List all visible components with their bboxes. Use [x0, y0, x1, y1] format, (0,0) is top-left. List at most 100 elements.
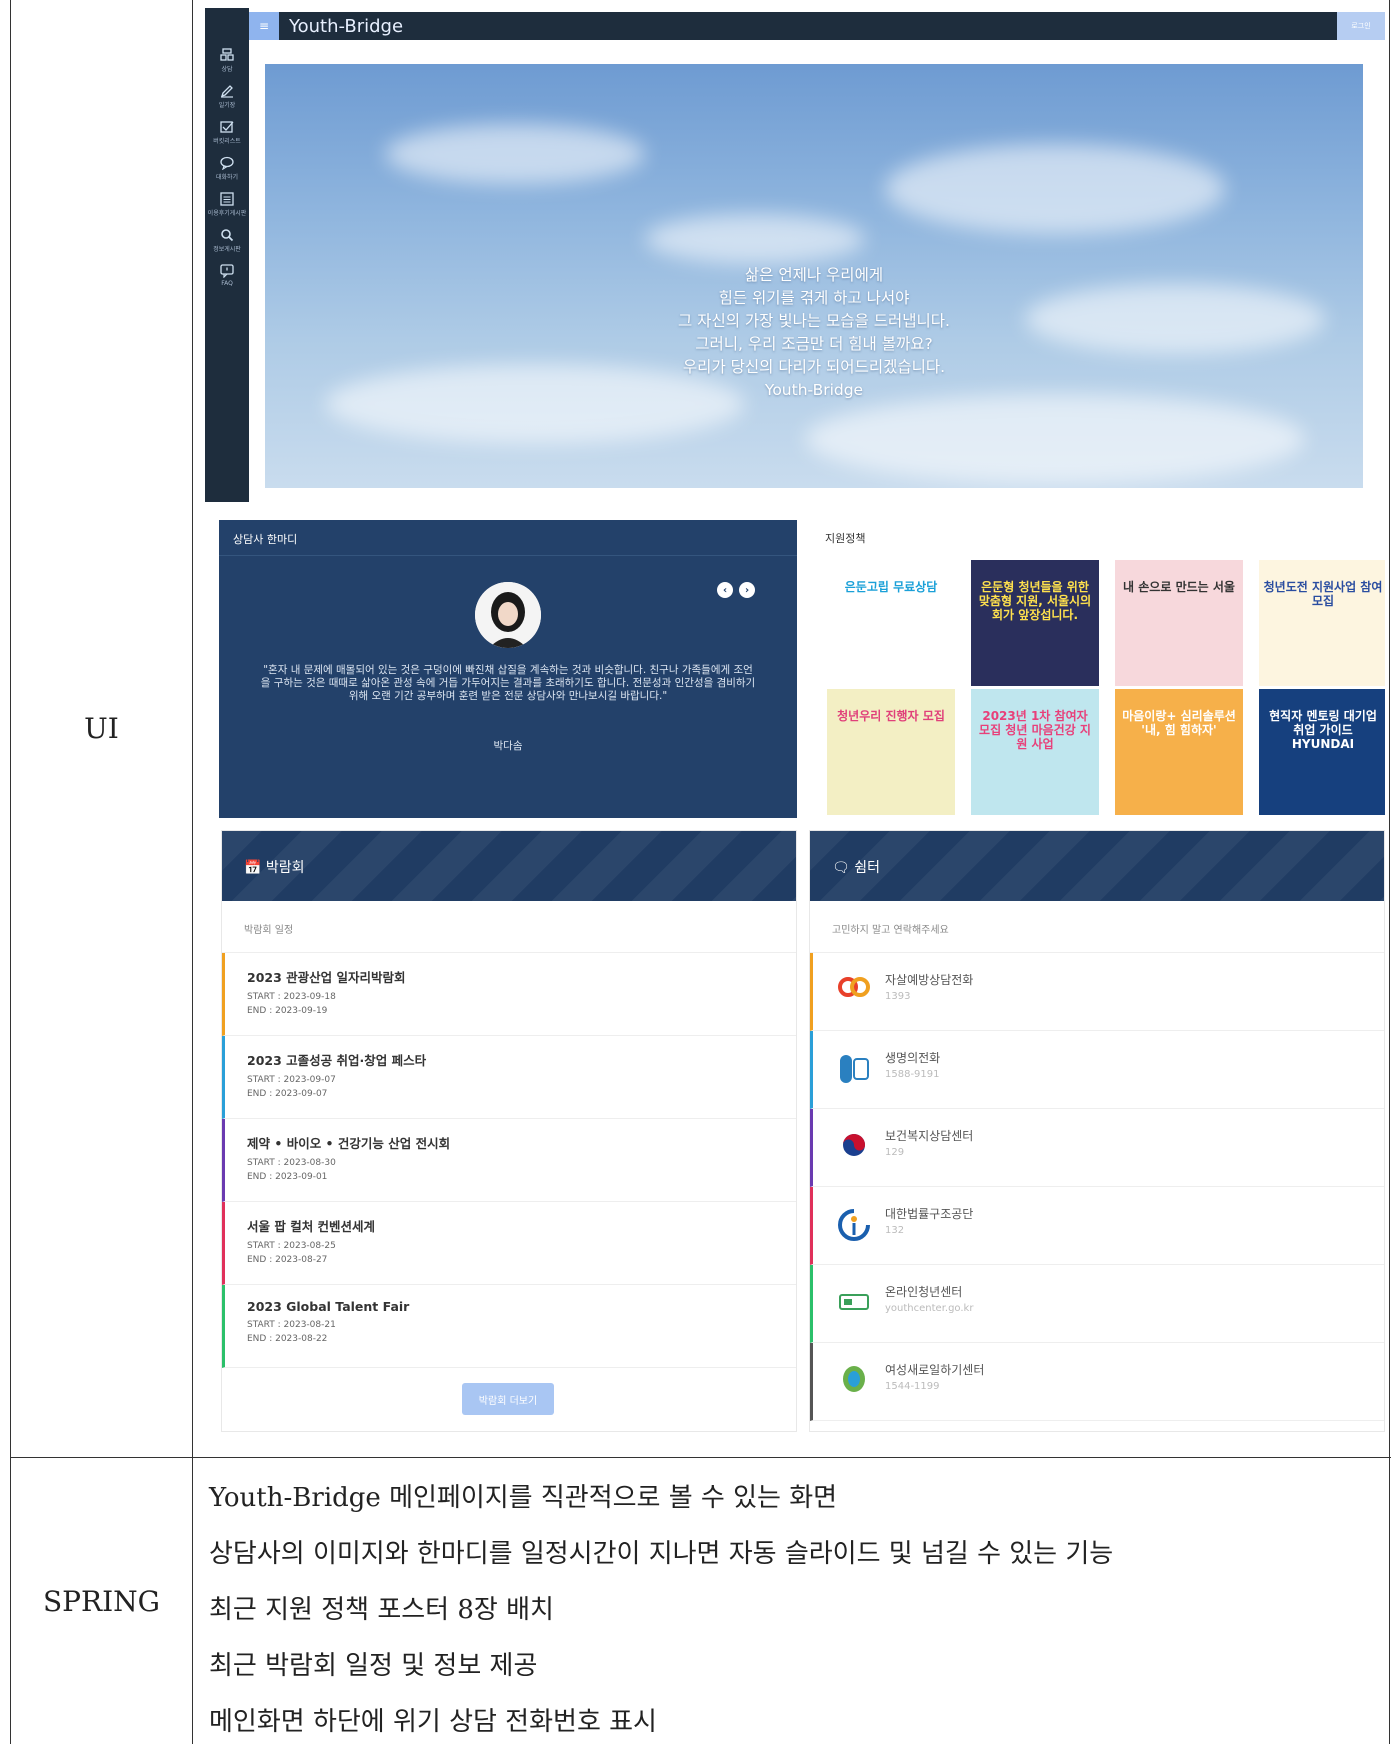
shelter-item[interactable]: 여성새로일하기센터 1544-1199 [810, 1343, 1384, 1421]
poster-title: 현직자 멘토링 대기업 취업 가이드 HYUNDAI [1269, 709, 1377, 751]
expo-title: 2023 관광산업 일자리박람회 [247, 970, 406, 985]
expo-item[interactable]: 제약 • 바이오 • 건강기능 산업 전시회 START : 2023-08-3… [222, 1119, 796, 1202]
shelter-number: 1588-9191 [885, 1069, 940, 1080]
chat-icon [220, 156, 234, 170]
shelter-name: 대한법률구조공단 [885, 1207, 974, 1221]
list-icon [220, 192, 234, 206]
shelter-panel: 🗨 쉼터 고민하지 말고 연락해주세요 자살예방상담전화 1393 생명의전화 [809, 830, 1385, 1432]
spring-description: Youth-Bridge 메인페이지를 직관적으로 볼 수 있는 화면 상담사의… [209, 1470, 1113, 1750]
spring-line: 최근 지원 정책 포스터 8장 배치 [209, 1595, 554, 1625]
counselor-quote: "혼자 내 문제에 매몰되어 있는 것은 구덩이에 빠진채 삽질을 계속하는 것… [260, 664, 756, 702]
hero-line: 그러니, 우리 조금만 더 힘내 볼까요? [695, 335, 933, 353]
sidebar-item-reviews[interactable]: 이용후기게시판 [205, 192, 249, 222]
ui-label: UI [11, 0, 193, 1457]
slider-controls: ‹ › [717, 582, 755, 598]
spring-line: Youth-Bridge 메인페이지를 직관적으로 볼 수 있는 화면 [209, 1483, 838, 1513]
policy-poster[interactable]: 은둔고립 무료상담 [827, 560, 955, 686]
expo-end: END : 2023-09-19 [247, 1006, 328, 1016]
expo-start: START : 2023-08-30 [247, 1158, 336, 1168]
hero-banner: 삶은 언제나 우리에게 힘든 위기를 겪게 하고 나서야 그 자신의 가장 빛나… [265, 64, 1363, 488]
shelter-number: youthcenter.go.kr [885, 1303, 974, 1314]
policy-card-title: 지원정책 [825, 532, 866, 545]
shelter-item[interactable]: 온라인청년센터 youthcenter.go.kr [810, 1265, 1384, 1343]
poster-title: 청년도전 지원사업 참여 모집 [1263, 580, 1383, 608]
sidebar-item-label: 일기장 [218, 102, 236, 109]
poster-title: 2023년 1차 참여자 모집 청년 마음건강 지원 사업 [979, 709, 1091, 751]
shelter-number: 1544-1199 [885, 1381, 940, 1392]
expo-item[interactable]: 서울 팝 컬처 컨벤션세계 START : 2023-08-25 END : 2… [222, 1202, 796, 1285]
hotline-logo-icon [835, 1049, 873, 1089]
ui-content-cell: 상담 일기장 버킷리스트 대화하기 이용후기게시판 정보게시판 FAQ ≡ Yo… [193, 0, 1391, 1457]
shelter-item[interactable]: 생명의전화 1588-9191 [810, 1031, 1384, 1109]
expo-panel-subtitle: 박람회 일정 [222, 901, 796, 953]
cloud-decoration [805, 394, 1305, 484]
shelter-item[interactable]: 보건복지상담센터 129 [810, 1109, 1384, 1187]
hero-line: 힘든 위기를 겪게 하고 나서야 [718, 289, 910, 307]
shelter-item[interactable]: 자살예방상담전화 1393 [810, 953, 1384, 1031]
shelter-name: 보건복지상담센터 [885, 1129, 974, 1143]
counsel-icon [220, 48, 234, 61]
hero-line: Youth-Bridge [764, 381, 864, 399]
sidebar-item-label: FAQ [221, 280, 233, 287]
expo-item[interactable]: 2023 고졸성공 취업·창업 페스타 START : 2023-09-07 E… [222, 1036, 796, 1119]
hamburger-icon: ≡ [258, 19, 270, 33]
login-button[interactable]: 로그인 [1337, 12, 1385, 40]
expo-item[interactable]: 2023 Global Talent Fair START : 2023-08-… [222, 1285, 796, 1368]
sidebar-item-info[interactable]: 정보게시판 [205, 228, 249, 258]
hero-line: 그 자신의 가장 빛나는 모습을 드러냅니다. [678, 312, 950, 330]
policy-poster[interactable]: 현직자 멘토링 대기업 취업 가이드 HYUNDAI [1259, 689, 1385, 815]
policy-poster[interactable]: 은둔형 청년들을 위한 맞춤형 지원, 서울시의회가 앞장섭니다. [971, 560, 1099, 686]
expo-title: 서울 팝 컬처 컨벤션세계 [247, 1219, 376, 1234]
counselor-avatar [475, 582, 541, 648]
spring-line: 메인화면 하단에 위기 상담 전화번호 표시 [209, 1707, 657, 1737]
expo-item[interactable]: 2023 관광산업 일자리박람회 START : 2023-09-18 END … [222, 953, 796, 1036]
sidebar: 상담 일기장 버킷리스트 대화하기 이용후기게시판 정보게시판 FAQ [205, 8, 249, 502]
hero-message: 삶은 언제나 우리에게 힘든 위기를 겪게 하고 나서야 그 자신의 가장 빛나… [265, 264, 1363, 402]
expo-list: 2023 관광산업 일자리박람회 START : 2023-09-18 END … [222, 953, 796, 1368]
expo-panel-header: 📅 박람회 [222, 831, 796, 901]
policy-poster[interactable]: 청년도전 지원사업 참여 모집 [1259, 560, 1385, 686]
cloud-decoration [385, 124, 645, 184]
document-table: UI 상담 일기장 버킷리스트 대화하기 이용후기게시판 정보게시판 FAQ ≡… [10, 0, 1391, 1744]
policy-poster-grid: 은둔고립 무료상담 은둔형 청년들을 위한 맞춤형 지원, 서울시의회가 앞장섭… [827, 560, 1385, 815]
policy-poster[interactable]: 2023년 1차 참여자 모집 청년 마음건강 지원 사업 [971, 689, 1099, 815]
poster-title: 청년우리 진행자 모집 [837, 709, 945, 723]
slider-prev-button[interactable]: ‹ [717, 582, 733, 598]
spring-row: SPRING Youth-Bridge 메인페이지를 직관적으로 볼 수 있는 … [11, 1458, 1391, 1744]
sidebar-item-bucketlist[interactable]: 버킷리스트 [205, 120, 249, 150]
menu-toggle-button[interactable]: ≡ [249, 12, 279, 40]
sidebar-item-counsel[interactable]: 상담 [205, 48, 249, 78]
sidebar-item-diary[interactable]: 일기장 [205, 84, 249, 114]
shelter-panel-subtitle: 고민하지 말고 연락해주세요 [810, 901, 1384, 953]
hero-line: 삶은 언제나 우리에게 [744, 266, 884, 284]
sidebar-item-chat[interactable]: 대화하기 [205, 156, 249, 186]
shelter-panel-header: 🗨 쉼터 [810, 831, 1384, 901]
brand-logo[interactable]: Youth-Bridge [289, 16, 403, 37]
shelter-item[interactable]: 대한법률구조공단 132 [810, 1187, 1384, 1265]
spring-line: 최근 박람회 일정 및 정보 제공 [209, 1651, 538, 1681]
policy-card: 지원정책 은둔고립 무료상담 은둔형 청년들을 위한 맞춤형 지원, 서울시의회… [811, 520, 1385, 818]
hotline-logo-icon [835, 1205, 873, 1245]
shelter-number: 1393 [885, 991, 911, 1002]
expo-start: START : 2023-09-18 [247, 992, 336, 1002]
shelter-number: 132 [885, 1225, 905, 1236]
expo-more-button[interactable]: 박람회 더보기 [462, 1383, 554, 1415]
expo-end: END : 2023-09-07 [247, 1089, 328, 1099]
top-navbar: ≡ Youth-Bridge 로그인 [249, 12, 1385, 40]
ui-row: UI 상담 일기장 버킷리스트 대화하기 이용후기게시판 정보게시판 FAQ ≡… [11, 0, 1391, 1458]
expo-panel: 📅 박람회 박람회 일정 2023 관광산업 일자리박람회 START : 20… [221, 830, 797, 1432]
slider-next-button[interactable]: › [739, 582, 755, 598]
calendar-icon: 📅 [244, 860, 262, 876]
search-icon [221, 229, 234, 242]
policy-poster[interactable]: 청년우리 진행자 모집 [827, 689, 955, 815]
cloud-decoration [885, 144, 1225, 234]
sidebar-item-faq[interactable]: FAQ [205, 264, 249, 294]
shelter-name: 생명의전화 [885, 1051, 941, 1065]
expo-end: END : 2023-08-27 [247, 1255, 328, 1265]
policy-poster[interactable]: 마음이랑+ 심리솔루션 '내, 힘 힘하자' [1115, 689, 1243, 815]
sidebar-item-label: 대화하기 [215, 174, 239, 181]
shelter-name: 여성새로일하기센터 [885, 1363, 985, 1377]
policy-poster[interactable]: 내 손으로 만드는 서울 [1115, 560, 1243, 686]
faq-icon [220, 264, 234, 278]
expo-end: END : 2023-09-01 [247, 1172, 328, 1182]
